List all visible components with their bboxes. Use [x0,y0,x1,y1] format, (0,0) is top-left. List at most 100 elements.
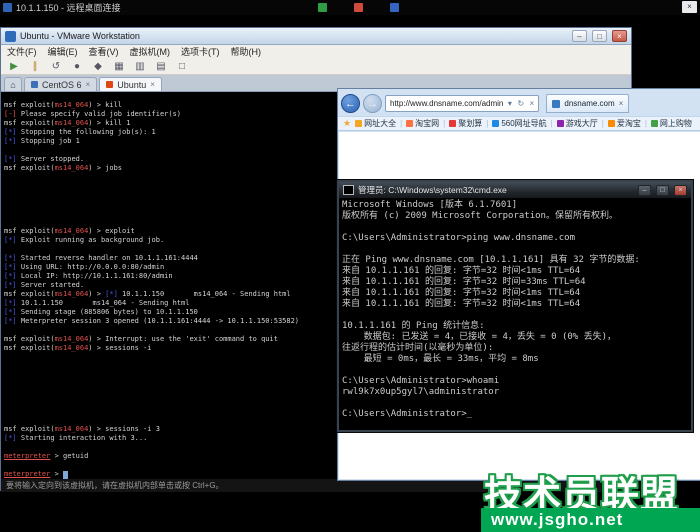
vmware-menubar: 文件(F) 编辑(E) 查看(V) 虚拟机(M) 选项卡(T) 帮助(H) [1,45,631,58]
cmd-maximize-button[interactable]: □ [656,185,669,196]
tab-favicon [552,100,560,108]
stop-icon[interactable]: × [527,99,536,108]
favorite-label: 560网址导航 [501,118,546,129]
tab-close-icon[interactable]: × [619,99,624,108]
vm-tab-close-icon[interactable]: × [150,80,155,89]
vmware-menu-item[interactable]: 查看(V) [89,45,119,58]
terminal-line: C:\Users\Administrator>_ [342,409,691,420]
library-panel-icon[interactable]: ▥ [133,61,147,72]
terminal-line: 来自 10.1.1.161 的回复: 字节=32 时间<1ms TTL=64 [342,288,691,299]
favorite-site-icon [449,120,456,127]
favorites-separator: | [443,119,445,128]
favorites-separator: | [486,119,488,128]
favorites-separator: | [400,119,402,128]
vm-home-tab[interactable]: ⌂ [4,77,22,91]
vmware-toolbar: ▶ ∥ ↺ ● ◆ ▦ ▥ ▤ □ [1,58,631,75]
terminal-line [342,310,691,321]
rdp-indicator-green-icon[interactable] [318,3,327,12]
favorite-site-icon [355,120,362,127]
favorite-label: 网上购物 [660,118,692,129]
address-url[interactable]: http://www.dnsname.com/admin [390,99,503,108]
suspend-icon[interactable]: ∥ [28,61,42,72]
rdp-indicator-red-icon[interactable] [354,3,363,12]
favorite-site-icon [608,120,615,127]
vmware-maximize-button[interactable]: □ [592,30,607,42]
favorites-separator: | [602,119,604,128]
snapshot-manager-icon[interactable]: ▦ [112,61,126,72]
snapshot-icon[interactable]: ● [70,61,84,72]
favorite-item[interactable]: 网上购物 [651,118,692,129]
favorite-item[interactable]: 游戏大厅 [557,118,598,129]
vm-tab-ubuntu[interactable]: Ubuntu × [99,77,162,91]
vm-tab-centos-6[interactable]: CentOS 6 × [24,77,97,91]
revert-snapshot-icon[interactable]: ◆ [91,61,105,72]
cmd-window-title: 管理员: C:\Windows\system32\cmd.exe [358,184,633,196]
vm-tab-os-icon [31,81,38,88]
rdp-connection-bar: 10.1.1.150 - 远程桌面连接 × [0,0,700,15]
browser-navigation-bar: ← → http://www.dnsname.com/admin ▾ ↻ × d… [338,89,700,116]
terminal-line: 正在 Ping www.dnsname.com [10.1.1.161] 具有 … [342,255,691,266]
address-bar[interactable]: http://www.dnsname.com/admin ▾ ↻ × [385,95,539,112]
terminal-line: rwl9k7x0up5gyl7\administrator [342,387,691,398]
favorites-star-icon[interactable]: ★ [343,118,351,129]
vm-tab-os-icon [106,81,113,88]
favorites-separator: | [551,119,553,128]
vmware-minimize-button[interactable]: – [572,30,587,42]
fullscreen-icon[interactable]: □ [175,61,189,72]
terminal-line: 数据包: 已发送 = 4，已接收 = 4，丢失 = 0 (0% 丢失)， [342,332,691,343]
vmware-menu-item[interactable]: 编辑(E) [48,45,78,58]
favorite-label: 游戏大厅 [566,118,598,129]
back-button[interactable]: ← [341,94,360,113]
terminal-line: 最短 = 0ms，最长 = 33ms，平均 = 8ms [342,354,691,365]
vmware-menu-item[interactable]: 选项卡(T) [181,45,220,58]
vmware-menu-item[interactable]: 虚拟机(M) [130,45,171,58]
terminal-line: 版权所有 (c) 2009 Microsoft Corporation。保留所有… [342,211,691,222]
vmware-logo-icon [5,31,16,42]
address-dropdown-icon[interactable]: ▾ [505,99,514,108]
terminal-line: 来自 10.1.1.161 的回复: 字节=32 时间<1ms TTL=64 [342,266,691,277]
favorite-label: 网址大全 [364,118,396,129]
favorite-label: 淘宝网 [415,118,439,129]
reset-icon[interactable]: ↺ [49,61,63,72]
favorites-separator: | [645,119,647,128]
favorite-item[interactable]: 淘宝网 [406,118,439,129]
terminal-line: 往返行程的估计时间(以毫秒为单位): [342,343,691,354]
power-icon[interactable]: ▶ [7,61,21,72]
vmware-close-button[interactable]: × [612,30,627,42]
favorite-site-icon [406,120,413,127]
terminal-line [342,244,691,255]
favorite-item[interactable]: 网址大全 [355,118,396,129]
watermark-banner: www.jsgho.net [481,508,700,532]
vmware-titlebar[interactable]: Ubuntu - VMware Workstation – □ × [1,28,631,45]
terminal-line [342,222,691,233]
console-view-icon[interactable]: ▤ [154,61,168,72]
refresh-icon[interactable]: ↻ [516,99,525,108]
vm-tab-label: CentOS 6 [42,80,82,90]
terminal-line: C:\Users\Administrator>whoami [342,376,691,387]
rdp-indicator-blue-icon[interactable] [390,3,399,12]
vmware-menu-item[interactable]: 帮助(H) [231,45,262,58]
forward-button[interactable]: → [363,94,382,113]
browser-tab[interactable]: dnsname.com × [546,94,629,113]
watermark-site-url: www.jsgho.net [491,510,623,530]
favorite-item[interactable]: 爱淘宝 [608,118,641,129]
favorite-site-icon [651,120,658,127]
cmd-titlebar[interactable]: 管理员: C:\Windows\system32\cmd.exe – □ × [339,182,691,198]
cmd-icon [343,185,354,195]
terminal-line [342,365,691,376]
rdp-close-button[interactable]: × [682,1,697,13]
favorites-bar: ★ 网址大全 | 淘宝网 | 聚划算 | 560网址导航 | 游戏大厅 | 爱淘宝 | 网上购物 [338,116,700,131]
cmd-terminal[interactable]: Microsoft Windows [版本 6.1.7601]版权所有 (c) … [339,198,691,430]
cmd-minimize-button[interactable]: – [638,185,651,196]
favorites-list: 网址大全 | 淘宝网 | 聚划算 | 560网址导航 | 游戏大厅 | 爱淘宝 | 网上购物 [355,118,692,129]
vm-tab-close-icon[interactable]: × [86,80,91,89]
favorite-item[interactable]: 聚划算 [449,118,482,129]
cmd-window: 管理员: C:\Windows\system32\cmd.exe – □ × M… [337,180,693,432]
vmware-status-hint: 要将输入定向到该虚拟机，请在虚拟机内部单击或按 Ctrl+G。 [6,480,224,491]
vmware-menu-item[interactable]: 文件(F) [7,45,37,58]
vm-tab-label: Ubuntu [117,80,146,90]
cmd-close-button[interactable]: × [674,185,687,196]
tab-title: dnsname.com [564,99,614,108]
favorite-item[interactable]: 560网址导航 [492,118,546,129]
terminal-line: C:\Users\Administrator>ping www.dnsname.… [342,233,691,244]
